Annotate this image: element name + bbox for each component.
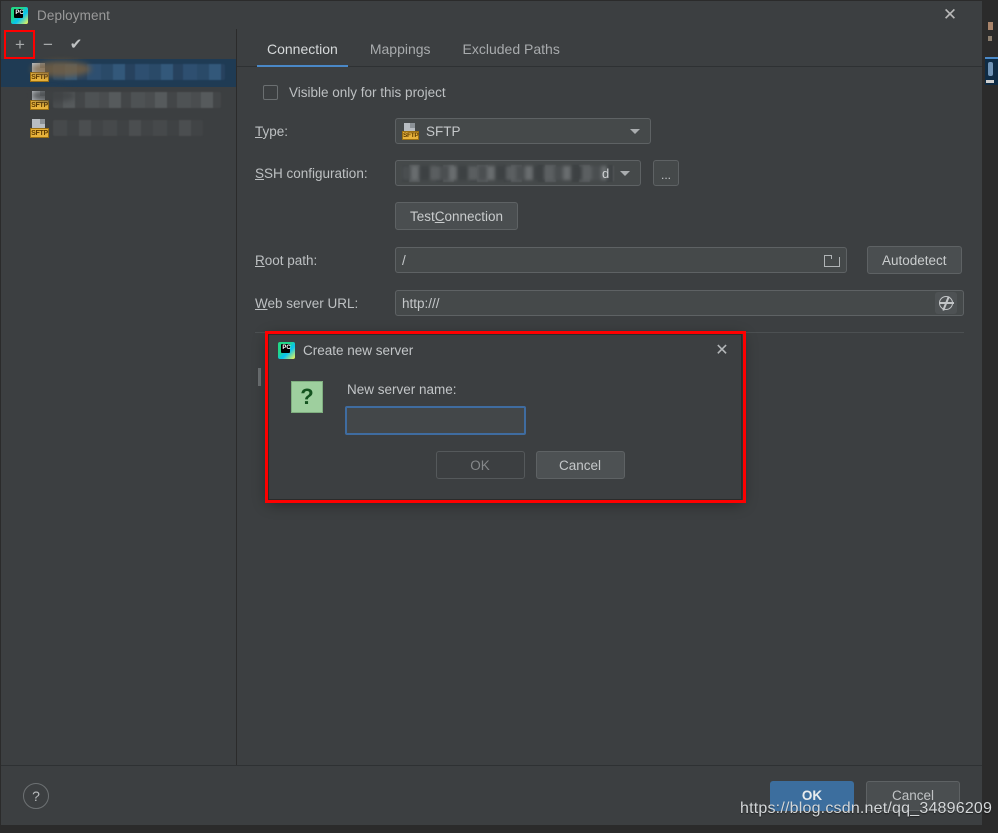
modal-actions: OK Cancel xyxy=(345,451,721,479)
modal-titlebar: PC Create new server ✕ xyxy=(269,335,741,365)
background-artifact xyxy=(986,80,994,83)
close-icon[interactable]: ✕ xyxy=(940,4,960,24)
visible-only-row: Visible only for this project xyxy=(255,85,964,100)
root-path-input[interactable]: / xyxy=(395,247,847,273)
visible-only-checkbox[interactable] xyxy=(263,85,278,100)
question-mark-icon: ? xyxy=(291,381,323,413)
new-server-name-label: New server name: xyxy=(347,382,457,397)
background-artifact xyxy=(988,36,992,41)
new-server-name-input[interactable] xyxy=(345,406,526,435)
root-path-label: Root path: xyxy=(255,252,318,268)
pycharm-logo-icon: PC xyxy=(278,341,295,359)
server-name-redacted xyxy=(53,120,203,136)
web-server-url-input[interactable]: http:/// xyxy=(395,290,964,316)
divider xyxy=(255,332,964,333)
dialog-titlebar: PC Deployment ✕ xyxy=(1,1,982,29)
obscured-field-fragment xyxy=(258,368,261,386)
globe-icon[interactable] xyxy=(935,292,957,314)
plus-icon[interactable]: + xyxy=(6,31,34,57)
web-server-url-row: Web server URL: http:/// xyxy=(255,290,964,316)
chevron-down-icon xyxy=(620,170,630,176)
server-list[interactable]: SFTP SFTP SFTP xyxy=(1,59,236,765)
root-path-value: / xyxy=(402,252,406,268)
background-artifact xyxy=(985,57,998,59)
sftp-type-icon: SFTP xyxy=(402,122,419,140)
type-select[interactable]: SFTP SFTP xyxy=(395,118,651,144)
test-connection-button[interactable]: Test Connection xyxy=(395,202,519,230)
type-row: Type: SFTP SFTP xyxy=(255,118,964,144)
create-new-server-dialog: PC Create new server ✕ ? New server name… xyxy=(268,334,742,500)
ssh-configuration-value-redacted xyxy=(402,166,607,180)
check-icon[interactable]: ✔ xyxy=(62,31,90,57)
tab-mappings[interactable]: Mappings xyxy=(354,41,447,66)
minus-icon[interactable]: − xyxy=(34,31,62,57)
server-list-toolbar: + − ✔ xyxy=(1,29,236,59)
modal-title-text: Create new server xyxy=(303,342,414,358)
autodetect-button[interactable]: Autodetect xyxy=(867,246,962,274)
root-path-row: Root path: / Autodetect xyxy=(255,246,964,274)
screenshot-root: PC Deployment ✕ + − ✔ SFTP SFTP SFTP Con… xyxy=(0,0,998,833)
modal-ok-button[interactable]: OK xyxy=(435,451,525,479)
type-value: SFTP xyxy=(426,123,461,139)
help-icon[interactable]: ? xyxy=(23,782,49,809)
pycharm-logo-icon: PC xyxy=(11,6,28,24)
ssh-configuration-label: SSH configuration: xyxy=(255,165,368,181)
tab-excluded-paths[interactable]: Excluded Paths xyxy=(447,41,576,66)
settings-tabs: Connection Mappings Excluded Paths xyxy=(237,29,982,67)
web-server-url-label: Web server URL: xyxy=(255,295,359,311)
chevron-down-icon xyxy=(630,128,640,134)
web-server-url-value: http:/// xyxy=(402,295,440,311)
watermark-text: https://blog.csdn.net/qq_34896209 xyxy=(740,800,993,817)
ssh-configuration-value-tail: d xyxy=(602,166,610,181)
list-item[interactable]: SFTP xyxy=(1,115,236,143)
close-icon[interactable]: ✕ xyxy=(712,340,732,360)
background-artifact xyxy=(988,22,993,30)
page-title: Deployment xyxy=(37,7,111,23)
server-name-redacted xyxy=(53,92,221,108)
visible-only-label: Visible only for this project xyxy=(289,85,446,100)
tab-connection[interactable]: Connection xyxy=(251,41,354,67)
modal-body: ? New server name: OK Cancel xyxy=(269,365,741,499)
sftp-type-icon: SFTP xyxy=(30,119,50,139)
folder-icon[interactable] xyxy=(824,254,840,267)
background-artifact xyxy=(988,62,993,76)
server-list-panel: + − ✔ SFTP SFTP SFTP xyxy=(1,29,237,765)
modal-fields: New server name: OK Cancel xyxy=(323,371,721,499)
test-connection-row: Test Connection xyxy=(255,202,964,230)
ssh-configuration-browse-button[interactable]: ... xyxy=(653,160,679,186)
ssh-configuration-row: SSH configuration: d ... xyxy=(255,160,964,186)
type-label: Type: xyxy=(255,123,289,139)
redaction-smudge xyxy=(31,89,76,102)
ssh-configuration-select[interactable]: d xyxy=(395,160,641,186)
redaction-smudge xyxy=(31,61,91,77)
modal-cancel-button[interactable]: Cancel xyxy=(535,451,625,479)
